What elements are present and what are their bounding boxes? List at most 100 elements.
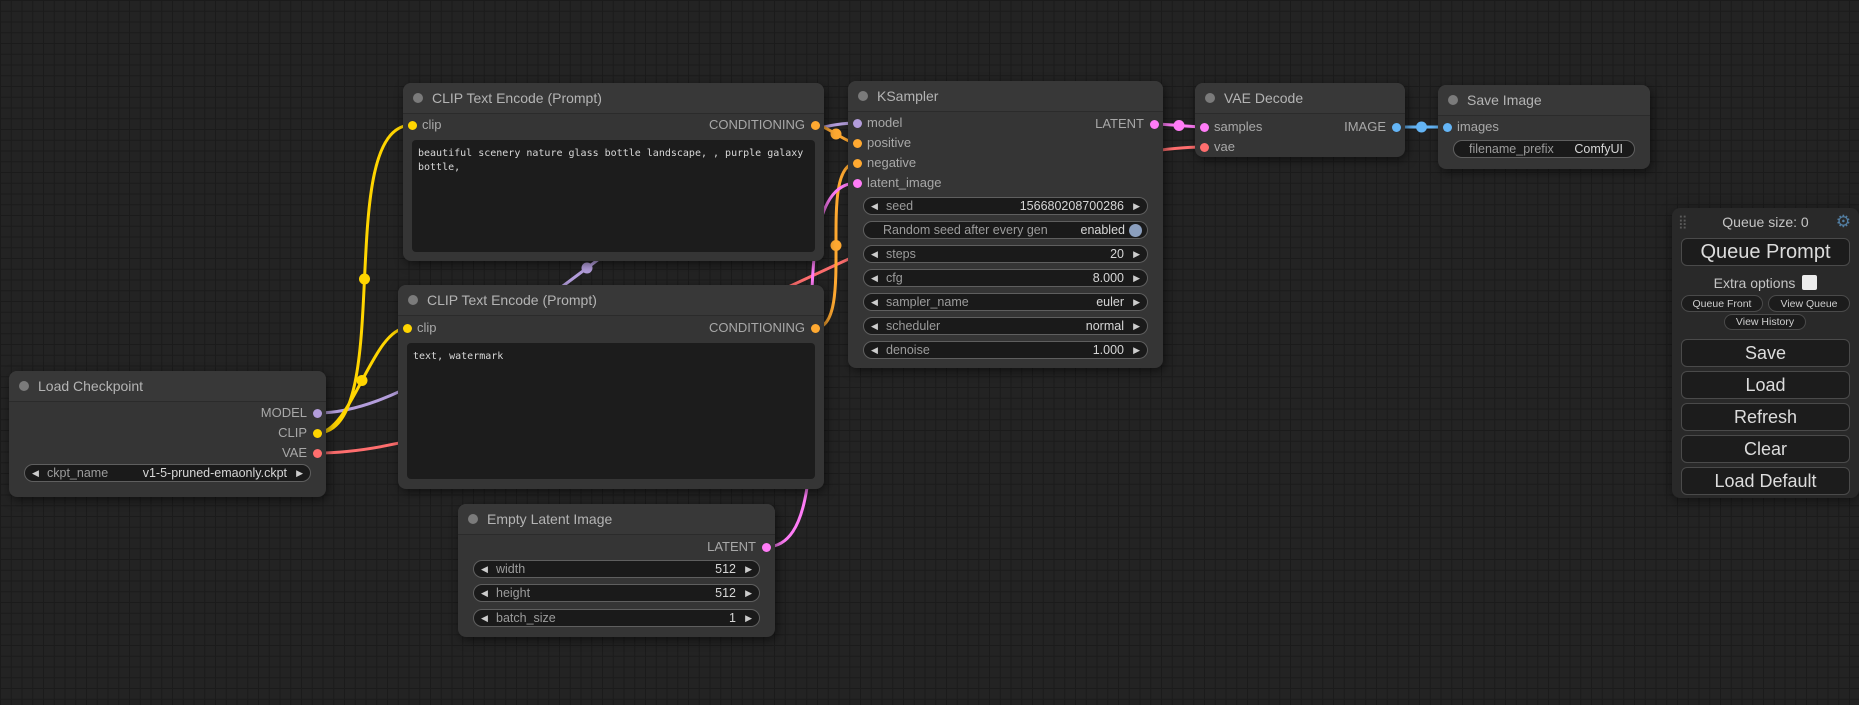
collapse-dot[interactable] (1448, 95, 1458, 105)
increment-arrow[interactable]: ▶ (740, 610, 752, 626)
widget-cfg[interactable]: ◀cfg8.000▶ (863, 269, 1148, 287)
collapse-dot[interactable] (858, 91, 868, 101)
increment-arrow[interactable]: ▶ (740, 585, 752, 601)
collapse-dot[interactable] (468, 514, 478, 524)
load-button[interactable]: Load (1681, 371, 1850, 399)
decrement-arrow[interactable]: ◀ (481, 561, 493, 577)
node-save-image[interactable]: Save Imageimagesfilename_prefixComfyUI (1438, 85, 1650, 169)
increment-arrow[interactable]: ▶ (1128, 270, 1140, 286)
collapse-dot[interactable] (19, 381, 29, 391)
widget-height[interactable]: ◀height 512 ▶ (473, 584, 760, 602)
node-clip-text-encode-positive[interactable]: CLIP Text Encode (Prompt)clipCONDITIONIN… (403, 83, 824, 261)
link-midpoint-dot (1174, 120, 1185, 131)
widget-value: 156680208700286 (1020, 199, 1124, 213)
CONDITIONING-output-port[interactable] (811, 121, 820, 130)
widget-label: sampler_name (886, 295, 969, 309)
prompt-textarea[interactable] (412, 140, 815, 252)
input-slot-label: clip (417, 320, 437, 336)
increment-arrow[interactable]: ▶ (740, 561, 752, 577)
widget-width[interactable]: ◀width512▶ (473, 560, 760, 578)
VAE-output-port[interactable] (313, 449, 322, 458)
widget-random-seed-after-every-gen[interactable]: Random seed after every genenabled (863, 221, 1148, 239)
widget-value: 512 (715, 586, 736, 600)
node-title-bar[interactable]: KSampler (848, 81, 1163, 112)
node-title-bar[interactable]: VAE Decode (1195, 83, 1405, 114)
queue-front-button[interactable]: Queue Front (1681, 295, 1763, 312)
node-vae-decode[interactable]: VAE DecodesamplesvaeIMAGE (1195, 83, 1405, 157)
model-input-port[interactable] (853, 119, 862, 128)
queue-panel: ⣿ Queue size: 0 ⚙ Queue Prompt Extra opt… (1672, 208, 1859, 498)
node-load-checkpoint[interactable]: Load CheckpointMODELCLIPVAE◀ckpt_namev1-… (9, 371, 326, 497)
extra-options-row: Extra options (1672, 274, 1859, 291)
widget-batch_size[interactable]: ◀batch_size1▶ (473, 609, 760, 627)
decrement-arrow[interactable]: ◀ (871, 294, 883, 310)
widget-filename_prefix[interactable]: filename_prefixComfyUI (1453, 140, 1635, 158)
increment-arrow[interactable]: ▶ (1128, 294, 1140, 310)
link-midpoint-dot (357, 375, 368, 386)
collapse-dot[interactable] (408, 295, 418, 305)
images-input-port[interactable] (1443, 123, 1452, 132)
extra-options-label: Extra options (1714, 275, 1796, 291)
LATENT-output-port[interactable] (1150, 120, 1159, 129)
decrement-arrow[interactable]: ◀ (871, 198, 883, 214)
node-title-bar[interactable]: Save Image (1438, 85, 1650, 116)
widget-sampler_name[interactable]: ◀sampler_nameeuler▶ (863, 293, 1148, 311)
widget-value: normal (1086, 319, 1124, 333)
CLIP-output-port[interactable] (313, 429, 322, 438)
extra-options-checkbox[interactable] (1802, 275, 1817, 290)
collapse-dot[interactable] (413, 93, 423, 103)
positive-input-port[interactable] (853, 139, 862, 148)
increment-arrow[interactable]: ▶ (291, 465, 303, 481)
increment-arrow[interactable]: ▶ (1128, 318, 1140, 334)
latent_image-input-port[interactable] (853, 179, 862, 188)
node-ksampler[interactable]: KSamplermodelpositivenegativelatent_imag… (848, 81, 1163, 368)
save-button[interactable]: Save (1681, 339, 1850, 367)
decrement-arrow[interactable]: ◀ (871, 246, 883, 262)
node-empty-latent-image[interactable]: Empty Latent ImageLATENT◀width512▶◀heigh… (458, 504, 775, 637)
decrement-arrow[interactable]: ◀ (481, 610, 493, 626)
decrement-arrow[interactable]: ◀ (32, 465, 44, 481)
clear-button[interactable]: Clear (1681, 435, 1850, 463)
queue-prompt-button[interactable]: Queue Prompt (1681, 238, 1850, 266)
widget-scheduler[interactable]: ◀schedulernormal▶ (863, 317, 1148, 335)
refresh-button[interactable]: Refresh (1681, 403, 1850, 431)
node-title: VAE Decode (1224, 83, 1303, 113)
widget-steps[interactable]: ◀steps20▶ (863, 245, 1148, 263)
queue-panel-header: ⣿ Queue size: 0 ⚙ (1672, 208, 1859, 236)
widget-ckpt_name[interactable]: ◀ckpt_namev1-5-pruned-emaonly.ckpt▶ (24, 464, 311, 482)
node-title-bar[interactable]: CLIP Text Encode (Prompt) (403, 83, 824, 114)
CONDITIONING-output-port[interactable] (811, 324, 820, 333)
negative-input-port[interactable] (853, 159, 862, 168)
increment-arrow[interactable]: ▶ (1128, 342, 1140, 358)
vae-input-port[interactable] (1200, 143, 1209, 152)
node-graph-canvas[interactable]: Load CheckpointMODELCLIPVAE◀ckpt_namev1-… (0, 0, 1859, 705)
increment-arrow[interactable]: ▶ (1128, 246, 1140, 262)
clip-input-port[interactable] (403, 324, 412, 333)
node-title-bar[interactable]: Load Checkpoint (9, 371, 326, 402)
view-history-button[interactable]: View History (1724, 314, 1806, 330)
IMAGE-output-port[interactable] (1392, 123, 1401, 132)
LATENT-output-port[interactable] (762, 543, 771, 552)
widget-seed[interactable]: ◀seed156680208700286▶ (863, 197, 1148, 215)
widget-label: height (496, 586, 530, 600)
toggle-knob[interactable] (1129, 224, 1142, 237)
node-title-bar[interactable]: Empty Latent Image (458, 504, 775, 535)
MODEL-output-port[interactable] (313, 409, 322, 418)
node-clip-text-encode-negative[interactable]: CLIP Text Encode (Prompt)clipCONDITIONIN… (398, 285, 824, 489)
samples-input-port[interactable] (1200, 123, 1209, 132)
view-queue-button[interactable]: View Queue (1768, 295, 1850, 312)
widget-label: batch_size (496, 611, 556, 625)
decrement-arrow[interactable]: ◀ (481, 585, 493, 601)
load-default-button[interactable]: Load Default (1681, 467, 1850, 495)
increment-arrow[interactable]: ▶ (1128, 198, 1140, 214)
clip-input-port[interactable] (408, 121, 417, 130)
decrement-arrow[interactable]: ◀ (871, 318, 883, 334)
prompt-textarea[interactable] (407, 343, 815, 479)
gear-icon[interactable]: ⚙ (1836, 208, 1851, 236)
node-title-bar[interactable]: CLIP Text Encode (Prompt) (398, 285, 824, 316)
widget-denoise[interactable]: ◀denoise1.000▶ (863, 341, 1148, 359)
decrement-arrow[interactable]: ◀ (871, 342, 883, 358)
collapse-dot[interactable] (1205, 93, 1215, 103)
output-slot-label: LATENT (1095, 116, 1144, 132)
decrement-arrow[interactable]: ◀ (871, 270, 883, 286)
